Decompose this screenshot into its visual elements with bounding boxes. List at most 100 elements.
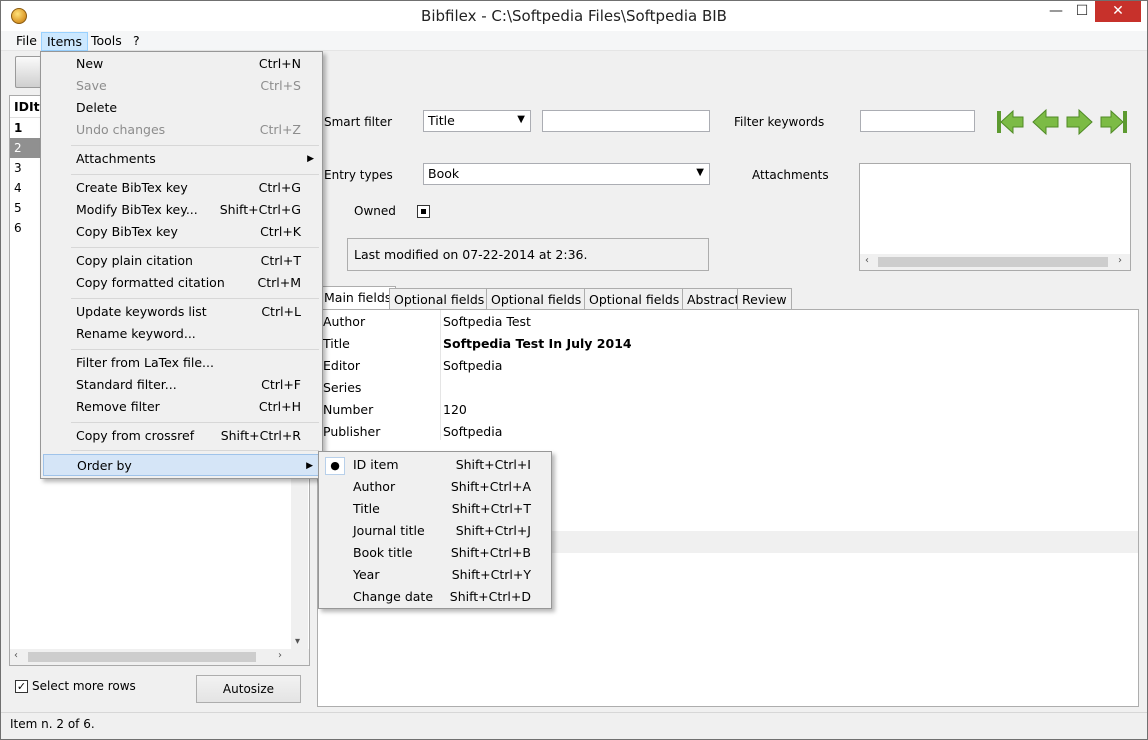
tab-optional-fields-1[interactable]: Optional fields 1 bbox=[389, 288, 502, 310]
scroll-down-icon[interactable]: ▾ bbox=[295, 636, 300, 647]
menu-item-save[interactable]: Save Ctrl+S bbox=[43, 75, 320, 97]
menu-item-undo-changes[interactable]: Undo changes Ctrl+Z bbox=[43, 119, 320, 141]
submenu-arrow-icon: ▶ bbox=[307, 154, 314, 164]
smart-filter-select[interactable]: Title ▼ bbox=[423, 110, 531, 132]
last-modified-box: Last modified on 07-22-2014 at 2:36. bbox=[347, 238, 709, 271]
field-label: Author bbox=[323, 314, 366, 329]
menu-item-order-by[interactable]: Order by ▶ bbox=[43, 454, 320, 476]
entry-types-label: Entry types bbox=[324, 168, 393, 182]
menu-item-delete[interactable]: Delete bbox=[43, 97, 320, 119]
items-dropdown-menu: New Ctrl+N Save Ctrl+S Delete Undo changes… bbox=[40, 51, 323, 479]
menu-item-copy-bibtex-key[interactable]: Copy BibTex key Ctrl+K bbox=[43, 221, 320, 243]
scroll-left-icon[interactable]: ‹ bbox=[865, 255, 869, 266]
attachments-horizontal-scrollbar[interactable]: ‹ › bbox=[860, 254, 1130, 270]
table-row[interactable]: Publisher Softpedia bbox=[318, 421, 1138, 443]
minimize-button[interactable]: — bbox=[1043, 1, 1069, 22]
select-more-rows-label: Select more rows bbox=[32, 679, 136, 693]
field-label: Editor bbox=[323, 358, 360, 373]
menu-item-new[interactable]: New Ctrl+N bbox=[43, 53, 320, 75]
menu-separator bbox=[71, 247, 319, 248]
menu-item-order-journal-title[interactable]: Journal title Shift+Ctrl+J bbox=[321, 520, 551, 542]
menu-item-remove-filter[interactable]: Remove filter Ctrl+H bbox=[43, 396, 320, 418]
field-value[interactable]: 120 bbox=[443, 399, 467, 421]
previous-record-icon[interactable] bbox=[1031, 107, 1061, 137]
menu-items[interactable]: Items bbox=[41, 32, 88, 51]
field-value[interactable]: Softpedia Test bbox=[443, 311, 531, 333]
status-bar: Item n. 2 of 6. bbox=[1, 712, 1147, 739]
menu-separator bbox=[71, 145, 319, 146]
window-title: Bibfilex - C:\Softpedia Files\Softpedia … bbox=[421, 7, 727, 25]
order-by-submenu: ● ID item Shift+Ctrl+I Author Shift+Ctrl+A … bbox=[318, 451, 552, 609]
table-row[interactable]: Author Softpedia Test bbox=[318, 311, 1138, 333]
radio-bullet-icon: ● bbox=[325, 457, 345, 475]
last-record-icon[interactable] bbox=[1099, 107, 1129, 137]
filter-keywords-label: Filter keywords bbox=[734, 115, 825, 129]
menu-item-filter-from-latex[interactable]: Filter from LaTex file... bbox=[43, 352, 320, 374]
menu-bar: File Items Tools ? bbox=[1, 31, 1147, 51]
menu-item-create-bibtex-key[interactable]: Create BibTex key Ctrl+G bbox=[43, 177, 320, 199]
list-horizontal-scrollbar[interactable]: ‹ › bbox=[10, 649, 309, 665]
field-label: Number bbox=[323, 402, 374, 417]
select-more-rows-checkbox[interactable]: ✓ Select more rows bbox=[15, 679, 136, 693]
menu-item-update-keywords-list[interactable]: Update keywords list Ctrl+L bbox=[43, 301, 320, 323]
field-label: Series bbox=[323, 380, 362, 395]
chevron-down-icon: ▼ bbox=[696, 167, 704, 178]
menu-help[interactable]: ? bbox=[128, 32, 145, 51]
menu-item-order-title[interactable]: Title Shift+Ctrl+T bbox=[321, 498, 551, 520]
scroll-thumb[interactable] bbox=[878, 257, 1108, 267]
menu-item-copy-from-crossref[interactable]: Copy from crossref Shift+Ctrl+R bbox=[43, 425, 320, 447]
filter-keywords-input[interactable] bbox=[860, 110, 975, 132]
menu-item-modify-bibtex-key[interactable]: Modify BibTex key... Shift+Ctrl+G bbox=[43, 199, 320, 221]
menu-item-order-change-date[interactable]: Change date Shift+Ctrl+D bbox=[321, 586, 551, 608]
chevron-down-icon: ▼ bbox=[517, 114, 525, 125]
owned-label: Owned bbox=[354, 204, 396, 218]
smart-filter-input[interactable] bbox=[542, 110, 710, 132]
menu-tools[interactable]: Tools bbox=[86, 32, 127, 51]
attachments-list[interactable]: ‹ › bbox=[859, 163, 1131, 271]
entry-type-select[interactable]: Book ▼ bbox=[423, 163, 710, 185]
menu-item-order-author[interactable]: Author Shift+Ctrl+A bbox=[321, 476, 551, 498]
menu-item-copy-plain-citation[interactable]: Copy plain citation Ctrl+T bbox=[43, 250, 320, 272]
menu-separator bbox=[71, 174, 319, 175]
table-row[interactable]: Editor Softpedia bbox=[318, 355, 1138, 377]
title-bar: Bibfilex - C:\Softpedia Files\Softpedia … bbox=[1, 1, 1147, 31]
scroll-left-icon[interactable]: ‹ bbox=[14, 650, 18, 661]
scroll-right-icon[interactable]: › bbox=[1118, 255, 1122, 266]
menu-item-order-id-item[interactable]: ● ID item Shift+Ctrl+I bbox=[321, 454, 551, 476]
field-value[interactable]: Softpedia bbox=[443, 355, 502, 377]
menu-separator bbox=[71, 450, 319, 451]
field-label: Title bbox=[323, 336, 350, 351]
table-row[interactable]: Series bbox=[318, 377, 1138, 399]
close-button[interactable]: ✕ bbox=[1095, 1, 1141, 22]
tab-abstract[interactable]: Abstract bbox=[682, 288, 745, 310]
tab-main-fields[interactable]: Main fields bbox=[319, 286, 397, 310]
table-row[interactable]: Title Softpedia Test In July 2014 bbox=[318, 333, 1138, 355]
tab-optional-fields-2[interactable]: Optional fields 2 bbox=[486, 288, 599, 310]
field-label: Publisher bbox=[323, 424, 381, 439]
menu-separator bbox=[71, 349, 319, 350]
field-value[interactable]: Softpedia Test In July 2014 bbox=[443, 333, 632, 355]
menu-file[interactable]: File bbox=[11, 32, 42, 51]
menu-separator bbox=[71, 422, 319, 423]
next-record-icon[interactable] bbox=[1064, 107, 1094, 137]
owned-checkbox[interactable] bbox=[417, 205, 430, 218]
autosize-button[interactable]: Autosize bbox=[196, 675, 301, 703]
menu-item-standard-filter[interactable]: Standard filter... Ctrl+F bbox=[43, 374, 320, 396]
attachments-label: Attachments bbox=[752, 168, 829, 182]
checkbox-checked-icon[interactable]: ✓ bbox=[15, 679, 28, 693]
menu-item-rename-keyword[interactable]: Rename keyword... bbox=[43, 323, 320, 345]
menu-item-order-year[interactable]: Year Shift+Ctrl+Y bbox=[321, 564, 551, 586]
maximize-button[interactable]: ☐ bbox=[1069, 1, 1095, 22]
field-value[interactable]: Softpedia bbox=[443, 421, 502, 443]
menu-separator bbox=[71, 298, 319, 299]
menu-item-order-book-title[interactable]: Book title Shift+Ctrl+B bbox=[321, 542, 551, 564]
menu-item-copy-formatted-citation[interactable]: Copy formatted citation Ctrl+M bbox=[43, 272, 320, 294]
submenu-arrow-icon: ▶ bbox=[306, 461, 313, 471]
scroll-thumb[interactable] bbox=[28, 652, 256, 662]
tab-optional-fields-3[interactable]: Optional fields 3 bbox=[584, 288, 697, 310]
tab-review[interactable]: Review bbox=[737, 288, 792, 310]
scroll-right-icon[interactable]: › bbox=[278, 650, 282, 661]
first-record-icon[interactable] bbox=[995, 107, 1025, 137]
menu-item-attachments[interactable]: Attachments ▶ bbox=[43, 148, 320, 170]
table-row[interactable]: Number 120 bbox=[318, 399, 1138, 421]
